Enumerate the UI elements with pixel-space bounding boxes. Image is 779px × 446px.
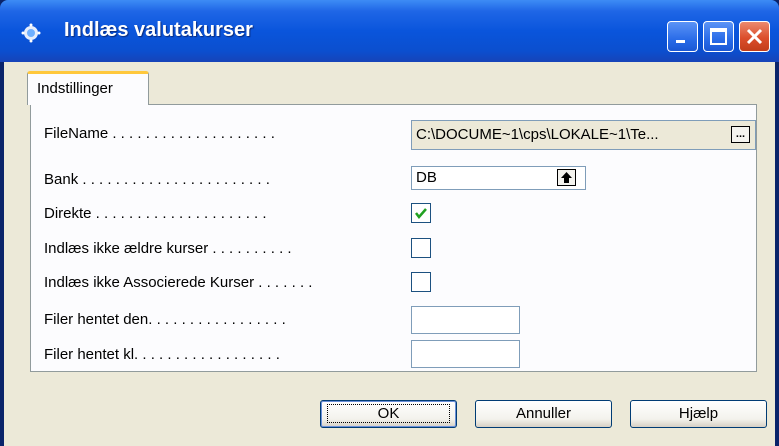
ikke-associerede-checkbox[interactable] xyxy=(411,272,431,292)
title-bar[interactable]: Indlæs valutakurser xyxy=(0,0,779,62)
minimize-icon xyxy=(676,40,685,43)
checkmark-icon xyxy=(415,208,427,219)
cancel-button[interactable]: Annuller xyxy=(475,400,612,428)
filer-dato-label: Filer hentet den. . . . . . . . . . . . … xyxy=(44,311,286,328)
browse-button[interactable]: ... xyxy=(731,126,750,143)
help-button[interactable]: Hjælp xyxy=(630,400,767,428)
ikke-aeldre-checkbox[interactable] xyxy=(411,238,431,258)
ok-label: OK xyxy=(326,404,451,423)
ikke-associerede-label: Indlæs ikke Associerede Kurser . . . . .… xyxy=(44,274,313,291)
close-icon xyxy=(746,28,763,45)
bank-label: Bank . . . . . . . . . . . . . . . . . .… xyxy=(44,171,270,188)
ikke-aeldre-label: Indlæs ikke ældre kurser . . . . . . . .… xyxy=(44,240,292,257)
help-label: Hjælp xyxy=(678,405,719,422)
direkte-label: Direkte . . . . . . . . . . . . . . . . … xyxy=(44,205,267,222)
maximize-icon xyxy=(710,28,727,45)
bank-lookup-button[interactable] xyxy=(557,169,576,186)
tab-label: Indstillinger xyxy=(37,80,113,97)
close-button[interactable] xyxy=(739,21,770,52)
maximize-button[interactable] xyxy=(703,21,734,52)
cancel-label: Annuller xyxy=(515,405,572,422)
direkte-checkbox[interactable] xyxy=(411,203,431,223)
filer-kl-label: Filer hentet kl. . . . . . . . . . . . .… xyxy=(44,346,280,363)
bank-value: DB xyxy=(416,169,437,186)
window-title: Indlæs valutakurser xyxy=(64,19,253,41)
filename-field[interactable]: C:\DOCUME~1\cps\LOKALE~1\Te... xyxy=(411,120,756,150)
tab-indstillinger[interactable]: Indstillinger xyxy=(27,71,149,105)
filer-kl-field[interactable] xyxy=(411,340,520,368)
dialog-window: Indlæs valutakurser Indstillinger FileNa… xyxy=(0,0,779,446)
app-icon xyxy=(21,23,41,43)
ok-button[interactable]: OK xyxy=(320,400,457,428)
minimize-button[interactable] xyxy=(667,21,698,52)
filename-label: FileName . . . . . . . . . . . . . . . .… xyxy=(44,125,275,142)
arrow-up-icon xyxy=(561,172,572,183)
filename-value: C:\DOCUME~1\cps\LOKALE~1\Te... xyxy=(416,126,659,143)
ellipsis-icon: ... xyxy=(735,128,746,140)
filer-dato-field[interactable] xyxy=(411,306,520,334)
